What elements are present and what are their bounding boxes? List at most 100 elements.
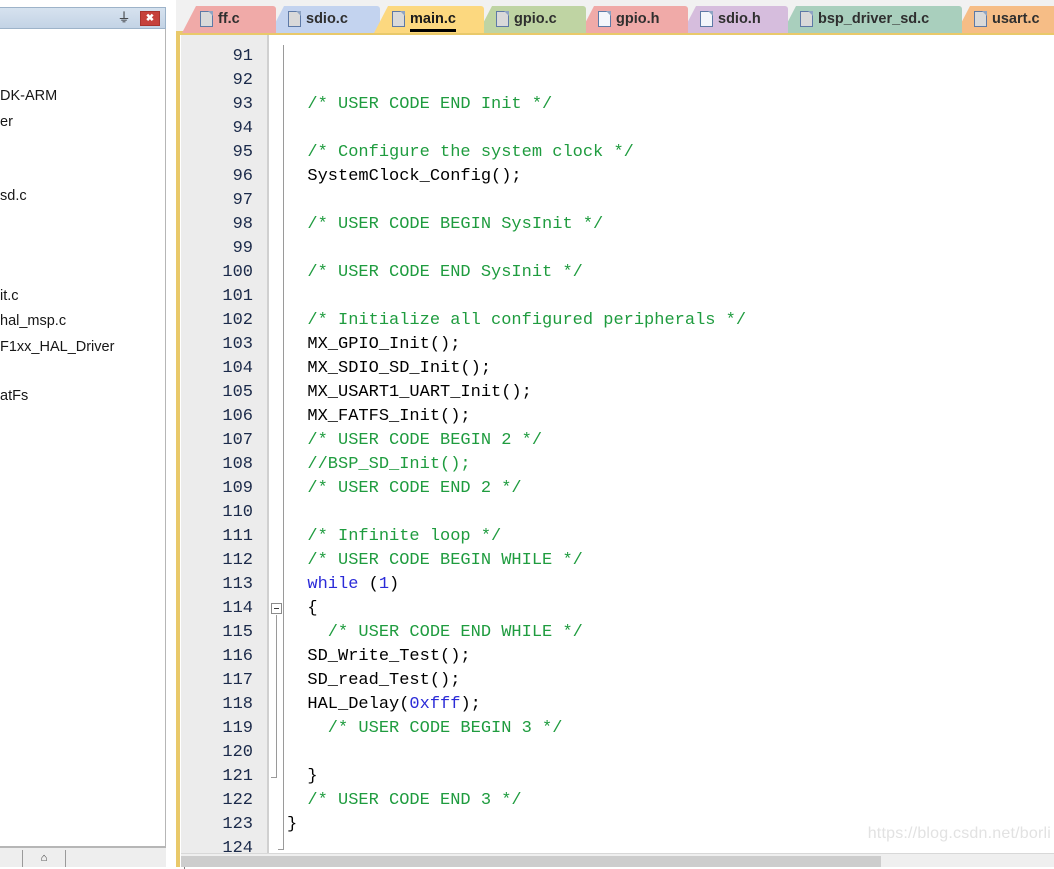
code-line[interactable]: /* Initialize all configured peripherals… [287,309,746,333]
code-number: 1 [378,575,390,594]
watermark: https://blog.csdn.net/borli [867,825,1051,842]
code-line[interactable]: /* USER CODE END WHILE */ [287,621,583,645]
project-panel-tab[interactable]: ⌂ [22,850,66,867]
code-line[interactable]: //BSP_SD_Init(); [287,453,471,477]
line-number: 109 [222,479,253,498]
line-number: 122 [222,791,253,810]
code-line[interactable]: /* Configure the system clock */ [287,141,634,165]
code-line[interactable]: } [287,813,297,837]
project-tree-item[interactable]: it.c [0,288,19,304]
code-line[interactable]: MX_GPIO_Init(); [287,333,460,357]
file-icon [974,11,987,27]
project-tree-item[interactable]: DK-ARM [0,88,57,104]
scrollbar-thumb[interactable] [181,856,881,867]
code-token: { [287,599,318,618]
line-number: 98 [232,215,253,234]
editor-tab-sdio-c[interactable]: sdio.c [270,6,380,33]
pin-icon[interactable]: ⏚ [117,10,131,26]
line-number: 114 [222,599,253,618]
code-comment: /* USER CODE BEGIN WHILE */ [287,551,583,570]
code-token: MX_GPIO_Init(); [287,335,461,354]
code-line[interactable]: /* USER CODE BEGIN WHILE */ [287,549,583,573]
code-line[interactable]: /* USER CODE BEGIN 3 */ [287,717,563,741]
file-icon [200,11,213,27]
project-tree-item[interactable]: er [0,114,13,130]
file-icon [700,11,713,27]
editor-tab-main-c[interactable]: main.c [374,6,484,33]
horizontal-scrollbar[interactable] [181,853,1054,867]
code-line[interactable]: /* USER CODE END 2 */ [287,477,521,501]
line-number: 105 [222,383,253,402]
code-line[interactable]: /* USER CODE END Init */ [287,93,552,117]
project-tree-item[interactable]: F1xx_HAL_Driver [0,339,114,355]
code-token: ( [358,575,379,594]
code-line[interactable]: MX_USART1_UART_Init(); [287,381,531,405]
code-line[interactable]: MX_FATFS_Init(); [287,405,470,429]
editor-tab-bsp-driver-sd-c[interactable]: bsp_driver_sd.c [782,6,962,33]
editor-tab-gpio-h[interactable]: gpio.h [580,6,688,33]
line-number: 112 [222,551,253,570]
code-comment: /* USER CODE BEGIN SysInit */ [287,215,604,234]
code-line[interactable]: MX_SDIO_SD_Init(); [287,357,491,381]
code-line[interactable]: SystemClock_Config(); [287,165,522,189]
code-comment: /* USER CODE END 3 */ [287,791,522,810]
editor-tab-gpio-c[interactable]: gpio.c [478,6,586,33]
line-number: 91 [232,47,253,66]
tab-label: bsp_driver_sd.c [818,11,930,27]
code-line[interactable]: /* USER CODE BEGIN 2 */ [287,429,542,453]
code-number: 0xfff [409,695,461,714]
code-keyword: while [307,575,359,594]
tab-label: sdio.c [306,11,348,27]
code-line[interactable]: SD_Write_Test(); [287,645,470,669]
code-line[interactable]: while (1) [287,573,399,597]
code-token: SystemClock_Config(); [287,167,522,186]
project-tree-item[interactable]: sd.c [0,188,27,204]
file-icon [496,11,509,27]
line-number: 106 [222,407,253,426]
code-token: } [287,815,298,834]
project-tree[interactable]: DK-ARM er sd.c it.c hal_msp.c F1xx_HAL_Driver… [0,29,166,847]
line-number: 120 [222,743,253,762]
line-number: 97 [232,191,253,210]
close-icon[interactable]: ✖ [140,11,160,26]
code-token: ); [460,695,481,714]
code-comment: /* Configure the system clock */ [287,143,634,162]
fold-collapse-icon[interactable] [271,603,282,614]
code-line[interactable]: HAL_Delay(0xfff); [287,693,481,717]
code-comment: /* Initialize all configured peripherals… [287,311,747,330]
code-comment: /* USER CODE END SysInit */ [287,263,583,282]
line-number: 101 [222,287,253,306]
tab-label: ff.c [218,11,240,27]
code-line[interactable]: { [287,597,318,621]
editor-tab-usart-c[interactable]: usart.c [956,6,1054,33]
line-number-gutter: 91 92 93 94 95 96 97 98 99 100 101 102 103 104 105 106 1… [181,35,267,867]
code-comment: /* USER CODE BEGIN 2 */ [287,431,543,450]
code-comment: //BSP_SD_Init(); [287,455,471,474]
project-tree-item[interactable]: atFs [0,388,28,404]
code-line[interactable]: /* Infinite loop */ [287,525,501,549]
code-folding-column[interactable] [269,35,287,867]
line-number: 93 [232,95,253,114]
code-line[interactable]: /* USER CODE BEGIN SysInit */ [287,213,603,237]
editor-tab-sdio-h[interactable]: sdio.h [682,6,788,33]
code-line[interactable]: /* USER CODE END 3 */ [287,789,522,813]
code-line[interactable]: } [287,765,317,789]
tab-label: main.c [410,10,456,32]
line-number: 108 [222,455,253,474]
code-line[interactable]: SD_read_Test(); [287,669,460,693]
code-text-surface[interactable]: /* USER CODE END Init */ /* Configure th… [287,35,1054,867]
line-number: 94 [232,119,253,138]
file-icon [392,11,405,27]
code-editor[interactable]: 91 92 93 94 95 96 97 98 99 100 101 102 103 104 105 106 1… [181,35,1054,867]
tab-label: gpio.c [514,11,557,27]
code-line[interactable]: /* USER CODE END SysInit */ [287,261,583,285]
code-comment: /* Infinite loop */ [287,527,502,546]
project-tree-item[interactable]: hal_msp.c [0,313,66,329]
editor-panel: ff.c sdio.c main.c gpio.c gpio.h sdio.h bsp_dr… [176,0,1054,869]
code-comment: /* USER CODE END Init */ [287,95,553,114]
line-number: 104 [222,359,253,378]
project-panel: ⏚ ✖ DK-ARM er sd.c it.c hal_msp.c F1xx_HAL_Dr… [0,0,172,867]
line-number: 118 [222,695,253,714]
editor-tab-ff-c[interactable]: ff.c [182,6,276,33]
